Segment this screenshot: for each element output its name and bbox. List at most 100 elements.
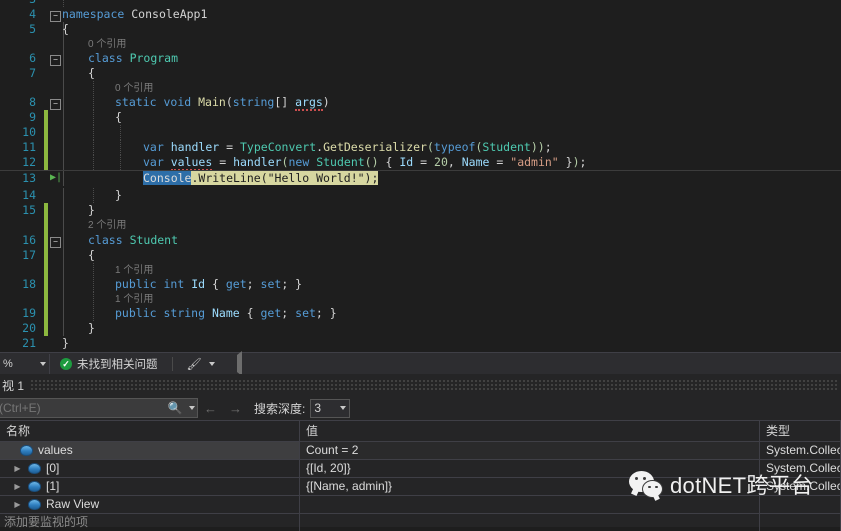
- code-text: class Student: [88, 233, 179, 247]
- watch-name-label: values: [38, 443, 73, 457]
- codelens-row[interactable]: 0 个引用: [0, 81, 841, 97]
- watch-row-name[interactable]: ▶ [0]: [0, 460, 300, 477]
- watch-row-type: System.Collec: [760, 460, 841, 477]
- line-number: 14: [22, 188, 36, 202]
- watch-row-name[interactable]: ▶ Raw View: [0, 496, 300, 513]
- code-text: public string Name { get; set; }: [115, 306, 337, 320]
- column-header-type[interactable]: 类型: [760, 421, 841, 441]
- watch-add-item-row[interactable]: 添加要监视的项: [0, 514, 841, 531]
- watch-add-item-value-cell[interactable]: [300, 514, 760, 531]
- fold-toggle-icon[interactable]: −: [50, 54, 61, 66]
- codelens-row[interactable]: 1 个引用: [0, 263, 841, 279]
- watch-row-value[interactable]: {[Id, 20]}: [300, 460, 760, 477]
- code-text: public int Id { get; set; }: [115, 277, 303, 291]
- expander-icon[interactable]: ▶: [13, 500, 22, 509]
- status-divider: [171, 357, 173, 371]
- codelens-reference-count[interactable]: 2 个引用: [88, 218, 126, 233]
- code-line: 21 }: [0, 336, 841, 351]
- current-statement-arrow-icon: ▶|: [50, 172, 63, 183]
- watch-add-item-hint: 添加要监视的项: [4, 515, 89, 529]
- line-number: 6: [29, 51, 36, 65]
- watch-row-value[interactable]: [300, 496, 760, 513]
- code-text: static void Main(string[] args): [115, 95, 330, 111]
- code-cleanup-control[interactable]: 🖌: [177, 357, 225, 371]
- codelens-row[interactable]: 2 个引用: [0, 218, 841, 234]
- table-row[interactable]: ▶ Raw View: [0, 496, 841, 514]
- table-row[interactable]: values Count = 2 System.Collec: [0, 442, 841, 460]
- codelens-reference-count[interactable]: 0 个引用: [88, 37, 126, 52]
- change-indicator: [44, 233, 48, 249]
- fold-toggle-icon[interactable]: −: [50, 236, 61, 248]
- code-text: var handler = TypeConvert.GetDeserialize…: [143, 140, 552, 154]
- panel-drag-grip[interactable]: [30, 380, 837, 390]
- zoom-level-dropdown[interactable]: %: [0, 353, 50, 375]
- code-line: 17 {: [0, 248, 841, 264]
- expander-icon[interactable]: ▶: [13, 464, 22, 473]
- code-line: 14 }: [0, 188, 841, 204]
- change-indicator: [44, 306, 48, 322]
- collapse-pane-button[interactable]: [225, 351, 254, 376]
- expander-icon[interactable]: ▶: [13, 482, 22, 491]
- search-box[interactable]: 🔍: [0, 398, 198, 418]
- watch-add-item-cell[interactable]: 添加要监视的项: [0, 514, 300, 531]
- code-text: var values = handler(new Student() { Id …: [143, 155, 587, 171]
- watch-row-name[interactable]: values: [0, 442, 300, 459]
- watch-panel: 视 1 🔍 ← → 搜索深度: 3 名称 值 类型 values Co: [0, 374, 841, 531]
- watch-table-header: 名称 值 类型: [0, 421, 841, 442]
- column-header-value[interactable]: 值: [300, 421, 760, 441]
- watch-name-label: [1]: [46, 479, 60, 493]
- object-icon: [28, 481, 41, 492]
- code-text: }: [115, 188, 122, 202]
- line-number: 15: [22, 203, 36, 217]
- search-input[interactable]: [0, 400, 164, 416]
- object-icon: [28, 499, 41, 510]
- object-icon: [28, 463, 41, 474]
- code-text: {: [115, 110, 122, 124]
- codelens-reference-count[interactable]: 1 个引用: [115, 292, 153, 307]
- search-next-button[interactable]: →: [223, 401, 248, 416]
- codelens-row[interactable]: 1 个引用: [0, 292, 841, 308]
- table-row[interactable]: ▶ [1] {[Name, admin]} System.Collec: [0, 478, 841, 496]
- codelens-reference-count[interactable]: 1 个引用: [115, 263, 153, 278]
- fold-toggle-icon[interactable]: −: [50, 98, 61, 110]
- change-indicator: [44, 218, 48, 234]
- expander-icon[interactable]: [9, 446, 18, 455]
- line-number: 8: [29, 95, 36, 109]
- chevron-down-icon[interactable]: [208, 362, 215, 366]
- line-number: 19: [22, 306, 36, 320]
- change-indicator: [44, 110, 48, 126]
- line-number: 20: [22, 321, 36, 335]
- code-text: }: [88, 321, 95, 335]
- column-header-name[interactable]: 名称: [0, 421, 300, 441]
- search-depth-dropdown[interactable]: 3: [310, 398, 351, 418]
- chevron-down-icon[interactable]: [186, 406, 197, 410]
- change-indicator: [44, 277, 48, 293]
- watch-row-type: [760, 496, 841, 513]
- issues-status[interactable]: ✓ 未找到相关问题: [50, 356, 168, 372]
- code-line: 10: [0, 125, 841, 141]
- watch-row-value[interactable]: Count = 2: [300, 442, 760, 459]
- search-icon[interactable]: 🔍: [164, 401, 186, 415]
- code-line: 12 var values = handler(new Student() { …: [0, 155, 841, 171]
- code-line: 4 − namespace ConsoleApp1: [0, 7, 841, 22]
- codelens-row[interactable]: 0 个引用: [0, 37, 841, 53]
- line-number: 13: [22, 171, 36, 185]
- codelens-reference-count[interactable]: 0 个引用: [115, 81, 153, 96]
- fold-toggle-icon[interactable]: −: [50, 10, 61, 22]
- change-indicator: [44, 263, 48, 279]
- chevron-down-icon: [40, 362, 46, 366]
- watch-row-value[interactable]: {[Name, admin]}: [300, 478, 760, 495]
- watch-row-name[interactable]: ▶ [1]: [0, 478, 300, 495]
- code-editor[interactable]: 3 4 − namespace ConsoleApp1 5 { 0 个引用 6 …: [0, 0, 841, 352]
- watch-panel-title: 视 1: [2, 378, 25, 393]
- watch-row-type: System.Collec: [760, 478, 841, 495]
- change-indicator: [44, 125, 48, 141]
- code-text: Console.WriteLine("Hello World!");: [143, 171, 379, 186]
- line-number: 7: [29, 66, 36, 80]
- code-line: 11 var handler = TypeConvert.GetDeserial…: [0, 140, 841, 156]
- code-line: 20 }: [0, 321, 841, 337]
- code-line: 15 }: [0, 203, 841, 219]
- table-row[interactable]: ▶ [0] {[Id, 20]} System.Collec: [0, 460, 841, 478]
- object-icon: [20, 445, 33, 456]
- search-prev-button[interactable]: ←: [198, 401, 223, 416]
